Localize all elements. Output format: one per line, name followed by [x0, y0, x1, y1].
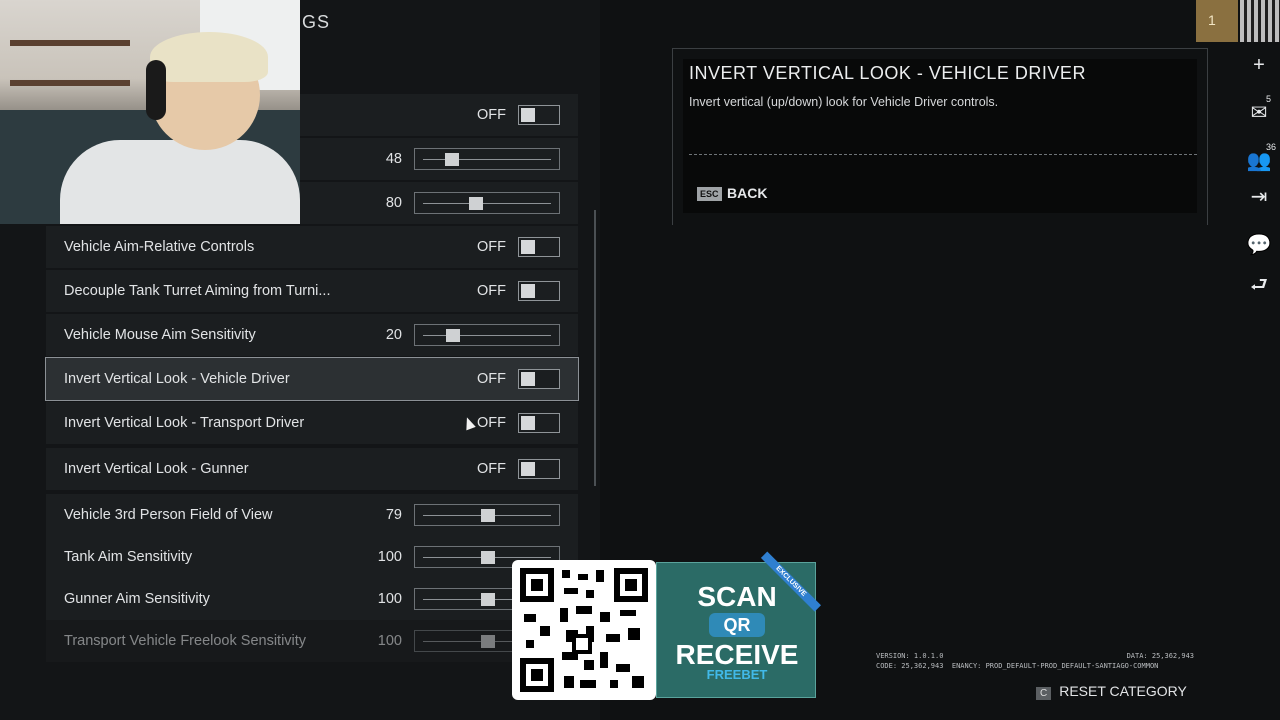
- setting-label: Invert Vertical Look - Gunner: [64, 461, 249, 477]
- toggle-switch[interactable]: [518, 105, 560, 125]
- toggle-knob: [521, 240, 535, 254]
- toggle-knob: [521, 372, 535, 386]
- settings-row[interactable]: Gunner Aim Sensitivity 100: [46, 578, 578, 620]
- description-inner: INVERT VERTICAL LOOK - VEHICLE DRIVER In…: [683, 59, 1197, 213]
- toggle-knob: [521, 284, 535, 298]
- setting-label: Vehicle 3rd Person Field of View: [64, 507, 273, 523]
- toggle-knob: [521, 462, 535, 476]
- setting-value: 79: [385, 507, 402, 523]
- slider-thumb[interactable]: [469, 197, 484, 210]
- slider[interactable]: [414, 324, 560, 346]
- setting-value: OFF: [477, 371, 506, 387]
- webcam-overlay: [0, 0, 300, 224]
- ad-qr-code[interactable]: [512, 560, 656, 700]
- slider-track: [423, 203, 551, 204]
- chat-icon[interactable]: 💬: [1246, 232, 1272, 258]
- setting-value: 100: [377, 591, 402, 607]
- esc-key-hint: ESC: [697, 187, 722, 201]
- feedback-icon[interactable]: ⮐: [1246, 272, 1272, 298]
- slider-track: [423, 159, 551, 160]
- webcam-shelf: [10, 80, 130, 86]
- setting-label: Transport Vehicle Freelook Sensitivity: [64, 633, 307, 649]
- qr-code-image: [1240, 0, 1280, 42]
- description-body: Invert vertical (up/down) look for Vehic…: [689, 95, 999, 109]
- description-panel: INVERT VERTICAL LOOK - VEHICLE DRIVER In…: [672, 48, 1208, 225]
- setting-value: 48: [385, 151, 402, 167]
- setting-label: Gunner Aim Sensitivity: [64, 591, 210, 607]
- description-title: INVERT VERTICAL LOOK - VEHICLE DRIVER: [689, 63, 1086, 83]
- setting-value: 100: [377, 633, 402, 649]
- setting-label: Tank Aim Sensitivity: [64, 549, 193, 565]
- setting-value: OFF: [477, 415, 506, 431]
- toggle-knob: [521, 416, 535, 430]
- settings-row[interactable]: Invert Vertical Look - Transport Driver O…: [46, 402, 578, 444]
- rank-badge[interactable]: 1: [1196, 0, 1238, 42]
- qr-code-graphic: [520, 568, 648, 692]
- toggle-switch[interactable]: [518, 237, 560, 257]
- slider-track: [423, 335, 551, 336]
- slider[interactable]: [414, 192, 560, 214]
- reset-key-hint: C: [1036, 687, 1052, 700]
- slider[interactable]: [414, 504, 560, 526]
- notification-count: 5: [1266, 94, 1272, 104]
- setting-label: Vehicle Mouse Aim Sensitivity: [64, 327, 256, 343]
- code-text: CODE: 25,362,943: [876, 662, 944, 670]
- setting-label: Vehicle Aim-Relative Controls: [64, 239, 255, 255]
- back-button[interactable]: BACK: [727, 185, 767, 201]
- settings-row[interactable]: Invert Vertical Look - Gunner OFF: [46, 448, 578, 490]
- slider[interactable]: [414, 148, 560, 170]
- settings-row[interactable]: Vehicle Mouse Aim Sensitivity 20: [46, 314, 578, 356]
- tenancy-text: ENANCY: PROD_DEFAULT-PROD_DEFAULT-SANTIA…: [951, 662, 1159, 670]
- exit-icon[interactable]: ⇥: [1246, 184, 1272, 210]
- ad-freebet-text: FREEBET: [706, 667, 768, 682]
- plus-icon[interactable]: +: [1246, 52, 1272, 78]
- settings-row[interactable]: Transport Vehicle Freelook Sensitivity 10…: [46, 620, 578, 662]
- webcam-headset: [146, 60, 166, 120]
- ad-banner[interactable]: EXCLUSIVE SCAN QR RECEIVE FREEBET: [656, 551, 822, 698]
- slider-thumb[interactable]: [481, 635, 495, 648]
- ad-qr-pill: QR: [709, 613, 765, 637]
- setting-value: 20: [385, 327, 402, 343]
- ad-scan-text: SCAN: [697, 581, 777, 612]
- setting-value: OFF: [477, 283, 506, 299]
- toggle-switch[interactable]: [518, 459, 560, 479]
- slider-thumb[interactable]: [481, 593, 495, 606]
- toggle-switch[interactable]: [518, 413, 560, 433]
- setting-value: 80: [385, 195, 402, 211]
- toggle-knob: [521, 108, 535, 122]
- reset-category-button[interactable]: C RESET CATEGORY: [1036, 683, 1187, 700]
- description-divider: [689, 154, 1197, 155]
- slider-thumb[interactable]: [444, 153, 459, 166]
- setting-label: Invert Vertical Look - Vehicle Driver: [64, 371, 290, 387]
- webcam-person-body: [60, 140, 300, 224]
- setting-value: OFF: [477, 239, 506, 255]
- slider-thumb[interactable]: [445, 329, 460, 342]
- setting-label: Invert Vertical Look - Transport Driver: [64, 415, 305, 431]
- settings-row[interactable]: Decouple Tank Turret Aiming from Turni..…: [46, 270, 578, 312]
- rank-number: 1: [1208, 12, 1216, 28]
- data-text: DATA: 25,362,943: [1126, 652, 1194, 660]
- setting-value: 100: [377, 549, 402, 565]
- webcam-shelf: [10, 40, 130, 46]
- setting-value: OFF: [477, 461, 506, 477]
- setting-value: OFF: [477, 107, 506, 123]
- advertisement-overlay[interactable]: EXCLUSIVE SCAN QR RECEIVE FREEBET: [512, 551, 822, 700]
- page-title: GS: [302, 12, 331, 32]
- slider-thumb[interactable]: [481, 509, 495, 522]
- setting-label: Decouple Tank Turret Aiming from Turni..…: [64, 283, 331, 299]
- slider-thumb[interactable]: [481, 551, 495, 564]
- version-text: VERSION: 1.0.1.0: [876, 652, 944, 660]
- settings-scrollbar[interactable]: [594, 210, 596, 486]
- webcam-person-hair: [150, 32, 268, 82]
- build-info: VERSION: 1.0.1.0 DATA: 25,362,943 CODE: 2…: [876, 651, 1194, 671]
- settings-row[interactable]: Invert Vertical Look - Vehicle Driver OFF: [45, 357, 579, 401]
- reset-category-label: RESET CATEGORY: [1059, 683, 1187, 699]
- settings-row[interactable]: Vehicle Aim-Relative Controls OFF: [46, 226, 578, 268]
- settings-row[interactable]: Tank Aim Sensitivity 100: [46, 536, 578, 578]
- toggle-switch[interactable]: [518, 369, 560, 389]
- settings-row[interactable]: Vehicle 3rd Person Field of View 79: [46, 494, 578, 536]
- notification-count: 36: [1266, 142, 1277, 152]
- toggle-switch[interactable]: [518, 281, 560, 301]
